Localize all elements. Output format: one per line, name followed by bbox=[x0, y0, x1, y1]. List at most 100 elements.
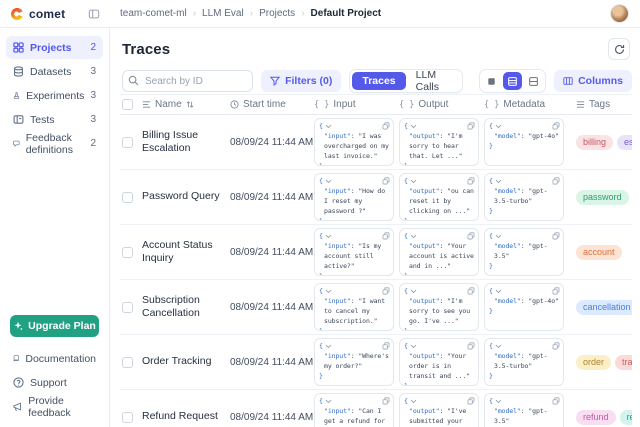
copy-icon[interactable] bbox=[382, 232, 390, 240]
trace-name[interactable]: Refund Request bbox=[142, 410, 230, 423]
tag-tracking[interactable]: tracking bbox=[615, 355, 632, 370]
table-row[interactable]: Refund Request 08/09/24 11:44 AM {"input… bbox=[120, 390, 632, 427]
metadata-json-cell[interactable]: {"model": "gpt-3.5-turbo"} bbox=[484, 338, 564, 386]
trace-name[interactable]: Billing Issue Escalation bbox=[142, 129, 230, 155]
copy-icon[interactable] bbox=[552, 287, 560, 295]
copy-icon[interactable] bbox=[552, 397, 560, 405]
tag-escalation[interactable]: escalation bbox=[617, 135, 632, 150]
chevron-down-icon[interactable] bbox=[325, 399, 332, 404]
comet-logo[interactable]: comet bbox=[10, 7, 65, 21]
chevron-down-icon[interactable] bbox=[410, 399, 417, 404]
tag-order[interactable]: order bbox=[576, 355, 611, 370]
output-json-cell[interactable]: {"output": "Your order is in transit and… bbox=[399, 338, 479, 386]
sidebar-item-provide-feedback[interactable]: Provide feedback bbox=[6, 395, 103, 418]
columns-button[interactable]: Columns bbox=[554, 70, 632, 92]
breadcrumb-item[interactable]: LLM Eval bbox=[202, 8, 244, 19]
filters-button[interactable]: Filters (0) bbox=[261, 70, 341, 92]
chevron-down-icon[interactable] bbox=[495, 179, 502, 184]
select-all-checkbox[interactable] bbox=[122, 99, 133, 110]
table-row[interactable]: Subscription Cancellation 08/09/24 11:44… bbox=[120, 280, 632, 335]
tab-llm-calls[interactable]: LLM Calls bbox=[406, 72, 460, 90]
chevron-down-icon[interactable] bbox=[495, 399, 502, 404]
copy-icon[interactable] bbox=[382, 122, 390, 130]
upgrade-plan-button[interactable]: Upgrade Plan bbox=[10, 315, 99, 337]
tag-billing[interactable]: billing bbox=[576, 135, 613, 150]
output-json-cell[interactable]: {"output": "ou can reset it by clicking … bbox=[399, 173, 479, 221]
chevron-down-icon[interactable] bbox=[410, 289, 417, 294]
metadata-json-cell[interactable]: {"model": "gpt-3.5"} bbox=[484, 393, 564, 427]
row-checkbox[interactable] bbox=[122, 247, 133, 258]
input-json-cell[interactable]: {"input": "I want to cancel my subscript… bbox=[314, 283, 394, 331]
input-json-cell[interactable]: {"input": "Where's my order?"} bbox=[314, 338, 394, 386]
table-row[interactable]: Account Status Inquiry 08/09/24 11:44 AM… bbox=[120, 225, 632, 280]
copy-icon[interactable] bbox=[382, 177, 390, 185]
metadata-json-cell[interactable]: {"model": "gpt-4o"} bbox=[484, 118, 564, 166]
sidebar-item-feedback-definitions[interactable]: Feedback definitions 2 bbox=[6, 132, 103, 155]
breadcrumb-item[interactable]: Projects bbox=[259, 8, 295, 19]
tag-refund[interactable]: refund bbox=[576, 410, 616, 425]
copy-icon[interactable] bbox=[552, 232, 560, 240]
chevron-down-icon[interactable] bbox=[325, 124, 332, 129]
table-row[interactable]: Password Query 08/09/24 11:44 AM {"input… bbox=[120, 170, 632, 225]
row-height-small-button[interactable] bbox=[482, 72, 501, 90]
copy-icon[interactable] bbox=[467, 122, 475, 130]
metadata-json-cell[interactable]: {"model": "gpt-3.5"} bbox=[484, 228, 564, 276]
sidebar-collapse-icon[interactable] bbox=[88, 8, 100, 20]
tag-account[interactable]: account bbox=[576, 245, 622, 260]
row-checkbox[interactable] bbox=[122, 192, 133, 203]
trace-name[interactable]: Account Status Inquiry bbox=[142, 239, 230, 265]
user-avatar[interactable] bbox=[611, 5, 628, 22]
chevron-down-icon[interactable] bbox=[495, 344, 502, 349]
sort-icon[interactable] bbox=[186, 100, 194, 109]
column-header-start-time[interactable]: Start time bbox=[230, 99, 314, 110]
chevron-down-icon[interactable] bbox=[495, 289, 502, 294]
copy-icon[interactable] bbox=[382, 342, 390, 350]
copy-icon[interactable] bbox=[552, 177, 560, 185]
tab-traces[interactable]: Traces bbox=[352, 72, 405, 90]
copy-icon[interactable] bbox=[552, 342, 560, 350]
table-row[interactable]: Billing Issue Escalation 08/09/24 11:44 … bbox=[120, 115, 632, 170]
sidebar-item-datasets[interactable]: Datasets 3 bbox=[6, 60, 103, 83]
row-checkbox[interactable] bbox=[122, 357, 133, 368]
row-checkbox[interactable] bbox=[122, 302, 133, 313]
sidebar-item-projects[interactable]: Projects 2 bbox=[6, 36, 103, 59]
chevron-down-icon[interactable] bbox=[495, 124, 502, 129]
tag-request[interactable]: request bbox=[620, 410, 632, 425]
column-header-output[interactable]: { } Output bbox=[399, 99, 484, 110]
column-header-input[interactable]: { } Input bbox=[314, 99, 399, 110]
copy-icon[interactable] bbox=[382, 397, 390, 405]
sidebar-item-tests[interactable]: Tests 3 bbox=[6, 108, 103, 131]
trace-name[interactable]: Subscription Cancellation bbox=[142, 294, 230, 320]
input-json-cell[interactable]: {"input": "Can I get a refund for my las… bbox=[314, 393, 394, 427]
copy-icon[interactable] bbox=[382, 287, 390, 295]
output-json-cell[interactable]: {"output": "I've submitted your refund r… bbox=[399, 393, 479, 427]
row-checkbox[interactable] bbox=[122, 412, 133, 423]
breadcrumb-item[interactable]: team-comet-ml bbox=[120, 8, 187, 19]
chevron-down-icon[interactable] bbox=[325, 234, 332, 239]
output-json-cell[interactable]: {"output": "Your account is active and i… bbox=[399, 228, 479, 276]
copy-icon[interactable] bbox=[467, 177, 475, 185]
sidebar-item-support[interactable]: Support bbox=[6, 371, 103, 394]
copy-icon[interactable] bbox=[467, 397, 475, 405]
search-input[interactable] bbox=[122, 70, 253, 92]
chevron-down-icon[interactable] bbox=[410, 124, 417, 129]
sidebar-item-documentation[interactable]: Documentation bbox=[6, 347, 103, 370]
trace-name[interactable]: Password Query bbox=[142, 190, 230, 203]
chevron-down-icon[interactable] bbox=[325, 179, 332, 184]
row-checkbox[interactable] bbox=[122, 137, 133, 148]
table-row[interactable]: Order Tracking 08/09/24 11:44 AM {"input… bbox=[120, 335, 632, 390]
input-json-cell[interactable]: {"input": "Is my account still active?"} bbox=[314, 228, 394, 276]
row-height-large-button[interactable] bbox=[524, 72, 543, 90]
trace-name[interactable]: Order Tracking bbox=[142, 355, 230, 368]
row-height-medium-button[interactable] bbox=[503, 72, 522, 90]
metadata-json-cell[interactable]: {"model": "gpt-4o"} bbox=[484, 283, 564, 331]
output-json-cell[interactable]: {"output": "I'm sorry to hear that. Let … bbox=[399, 118, 479, 166]
chevron-down-icon[interactable] bbox=[495, 234, 502, 239]
chevron-down-icon[interactable] bbox=[325, 344, 332, 349]
output-json-cell[interactable]: {"output": "I'm sorry to see you go. I'v… bbox=[399, 283, 479, 331]
chevron-down-icon[interactable] bbox=[325, 289, 332, 294]
refresh-button[interactable] bbox=[608, 38, 630, 60]
sidebar-item-experiments[interactable]: Experiments 3 bbox=[6, 84, 103, 107]
chevron-down-icon[interactable] bbox=[410, 234, 417, 239]
copy-icon[interactable] bbox=[467, 342, 475, 350]
